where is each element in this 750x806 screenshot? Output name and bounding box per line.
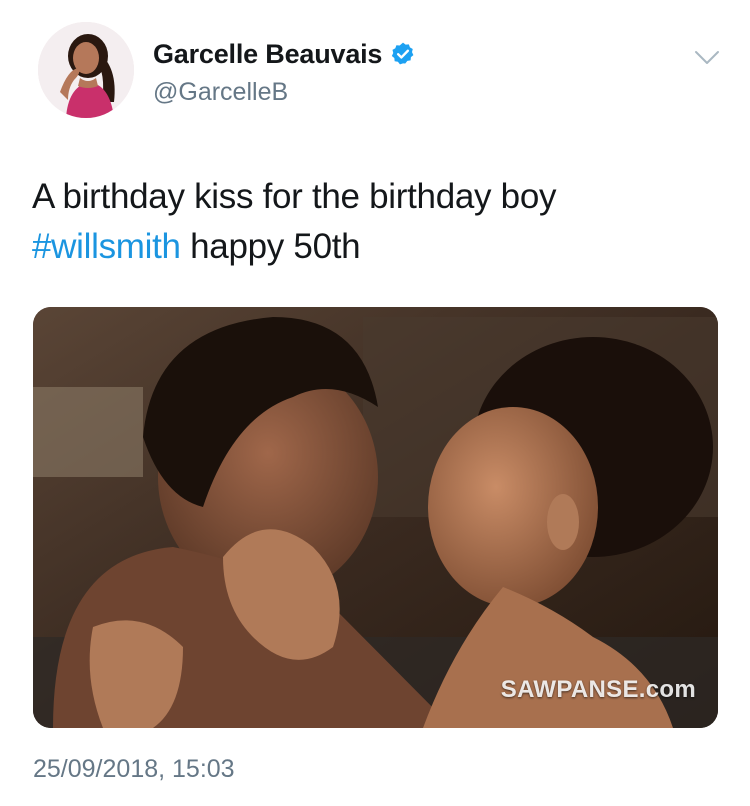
chevron-down-icon[interactable]: [694, 50, 720, 66]
user-handle[interactable]: @GarcelleB: [153, 78, 416, 107]
photo-watermark: SAWPANSE.com: [500, 676, 696, 703]
avatar-image: [38, 22, 134, 118]
verified-check-icon: [390, 41, 416, 67]
tweet-text: A birthday kiss for the birthday boy #wi…: [32, 172, 722, 272]
display-name[interactable]: Garcelle Beauvais: [153, 39, 382, 70]
author-names: Garcelle Beauvais @GarcelleB: [153, 35, 416, 107]
hashtag-link[interactable]: #willsmith: [32, 227, 181, 266]
tweet-text-line-2: #willsmith happy 50th: [32, 222, 722, 272]
avatar[interactable]: [38, 22, 134, 118]
tweet-text-tail: happy 50th: [180, 227, 361, 266]
tweet-timestamp[interactable]: 25/09/2018, 15:03: [33, 755, 235, 784]
display-name-row: Garcelle Beauvais: [153, 35, 416, 73]
photo-image: [33, 307, 718, 728]
tweet-text-line-1: A birthday kiss for the birthday boy: [32, 177, 557, 216]
tweet-media-photo[interactable]: SAWPANSE.com: [33, 307, 718, 728]
